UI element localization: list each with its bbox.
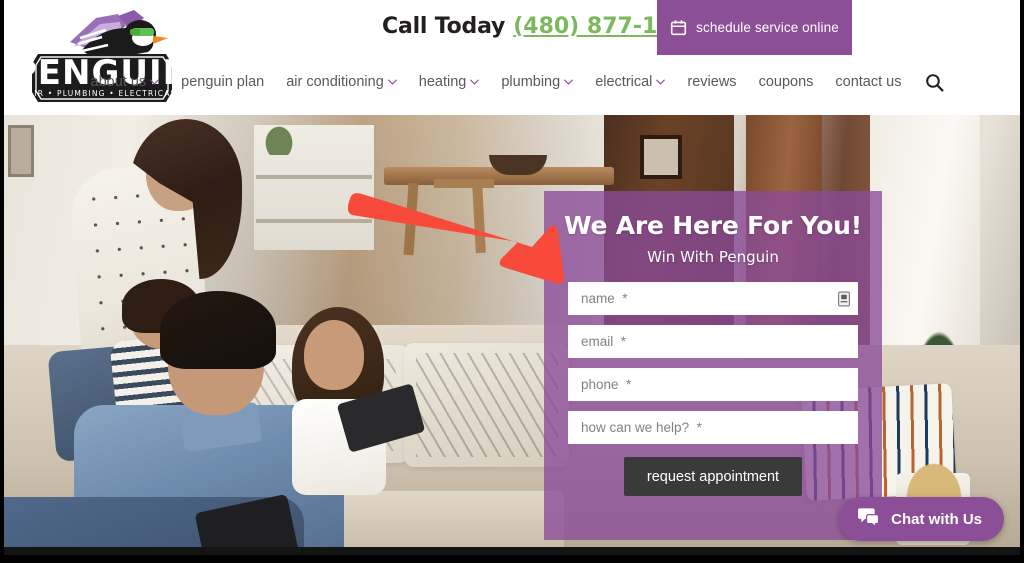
chevron-down-icon xyxy=(387,79,397,85)
nav-item-heating[interactable]: heating xyxy=(408,74,491,90)
nav-label: plumbing xyxy=(501,74,561,90)
nav-label: electrical xyxy=(595,74,653,90)
nav-label: about us xyxy=(90,74,147,90)
penguin-logo-icon[interactable]: PENGUIN AIR • PLUMBING • ELECTRICAL xyxy=(22,4,182,110)
nav-label: reviews xyxy=(687,74,737,90)
nav-item-about-us[interactable]: about us xyxy=(80,74,171,90)
chevron-down-icon xyxy=(470,79,480,85)
message-field-wrapper xyxy=(568,411,858,444)
form-title: We Are Here For You! xyxy=(563,211,862,240)
main-navigation: about us penguin plan air conditioning h… xyxy=(4,72,1020,92)
nav-item-contact-us[interactable]: contact us xyxy=(824,74,912,90)
chat-with-us-button[interactable]: Chat with Us xyxy=(839,497,1004,541)
nav-label: air conditioning xyxy=(286,74,384,90)
schedule-service-label: schedule service online xyxy=(696,20,839,35)
schedule-service-button[interactable]: schedule service online xyxy=(657,0,852,55)
nav-item-plumbing[interactable]: plumbing xyxy=(490,74,584,90)
form-subtitle: Win With Penguin xyxy=(647,248,779,266)
nav-label: coupons xyxy=(758,74,814,90)
chat-bubbles-icon xyxy=(857,507,880,532)
annotation-arrow-icon xyxy=(347,193,565,284)
nav-item-penguin-plan[interactable]: penguin plan xyxy=(170,74,275,90)
nav-label: heating xyxy=(418,74,467,90)
email-field-wrapper xyxy=(568,325,858,358)
contact-form: request appointment xyxy=(544,282,882,496)
nav-label: penguin plan xyxy=(181,74,265,90)
nav-item-air-conditioning[interactable]: air conditioning xyxy=(275,74,408,90)
phone-field-wrapper xyxy=(568,368,858,401)
request-appointment-button[interactable]: request appointment xyxy=(624,457,802,496)
calendar-icon xyxy=(670,19,687,36)
phone-input[interactable] xyxy=(568,368,858,401)
call-today-block: Call Today (480) 877-1141 xyxy=(382,5,703,49)
chevron-down-icon xyxy=(150,79,160,85)
contact-card-icon[interactable] xyxy=(838,291,850,306)
chevron-down-icon xyxy=(564,79,574,85)
nav-item-coupons[interactable]: coupons xyxy=(748,74,825,90)
chat-with-us-label: Chat with Us xyxy=(891,510,982,528)
browser-viewport: PENGUIN AIR • PLUMBING • ELECTRICAL Call… xyxy=(0,0,1024,563)
message-input[interactable] xyxy=(568,411,858,444)
contact-form-panel: We Are Here For You! Win With Penguin na… xyxy=(544,191,882,540)
nav-item-reviews[interactable]: reviews xyxy=(676,74,747,90)
search-icon[interactable] xyxy=(924,72,944,92)
name-input[interactable] xyxy=(568,282,858,315)
nav-item-electrical[interactable]: electrical xyxy=(584,74,676,90)
viewport-bottom-edge xyxy=(4,547,1020,555)
name-field-wrapper xyxy=(568,282,858,315)
site-header: PENGUIN AIR • PLUMBING • ELECTRICAL Call… xyxy=(4,0,1020,115)
chevron-down-icon xyxy=(656,79,666,85)
email-input[interactable] xyxy=(568,325,858,358)
call-today-label: Call Today xyxy=(382,14,506,39)
nav-label: contact us xyxy=(835,74,902,90)
submit-row: request appointment xyxy=(568,457,858,496)
